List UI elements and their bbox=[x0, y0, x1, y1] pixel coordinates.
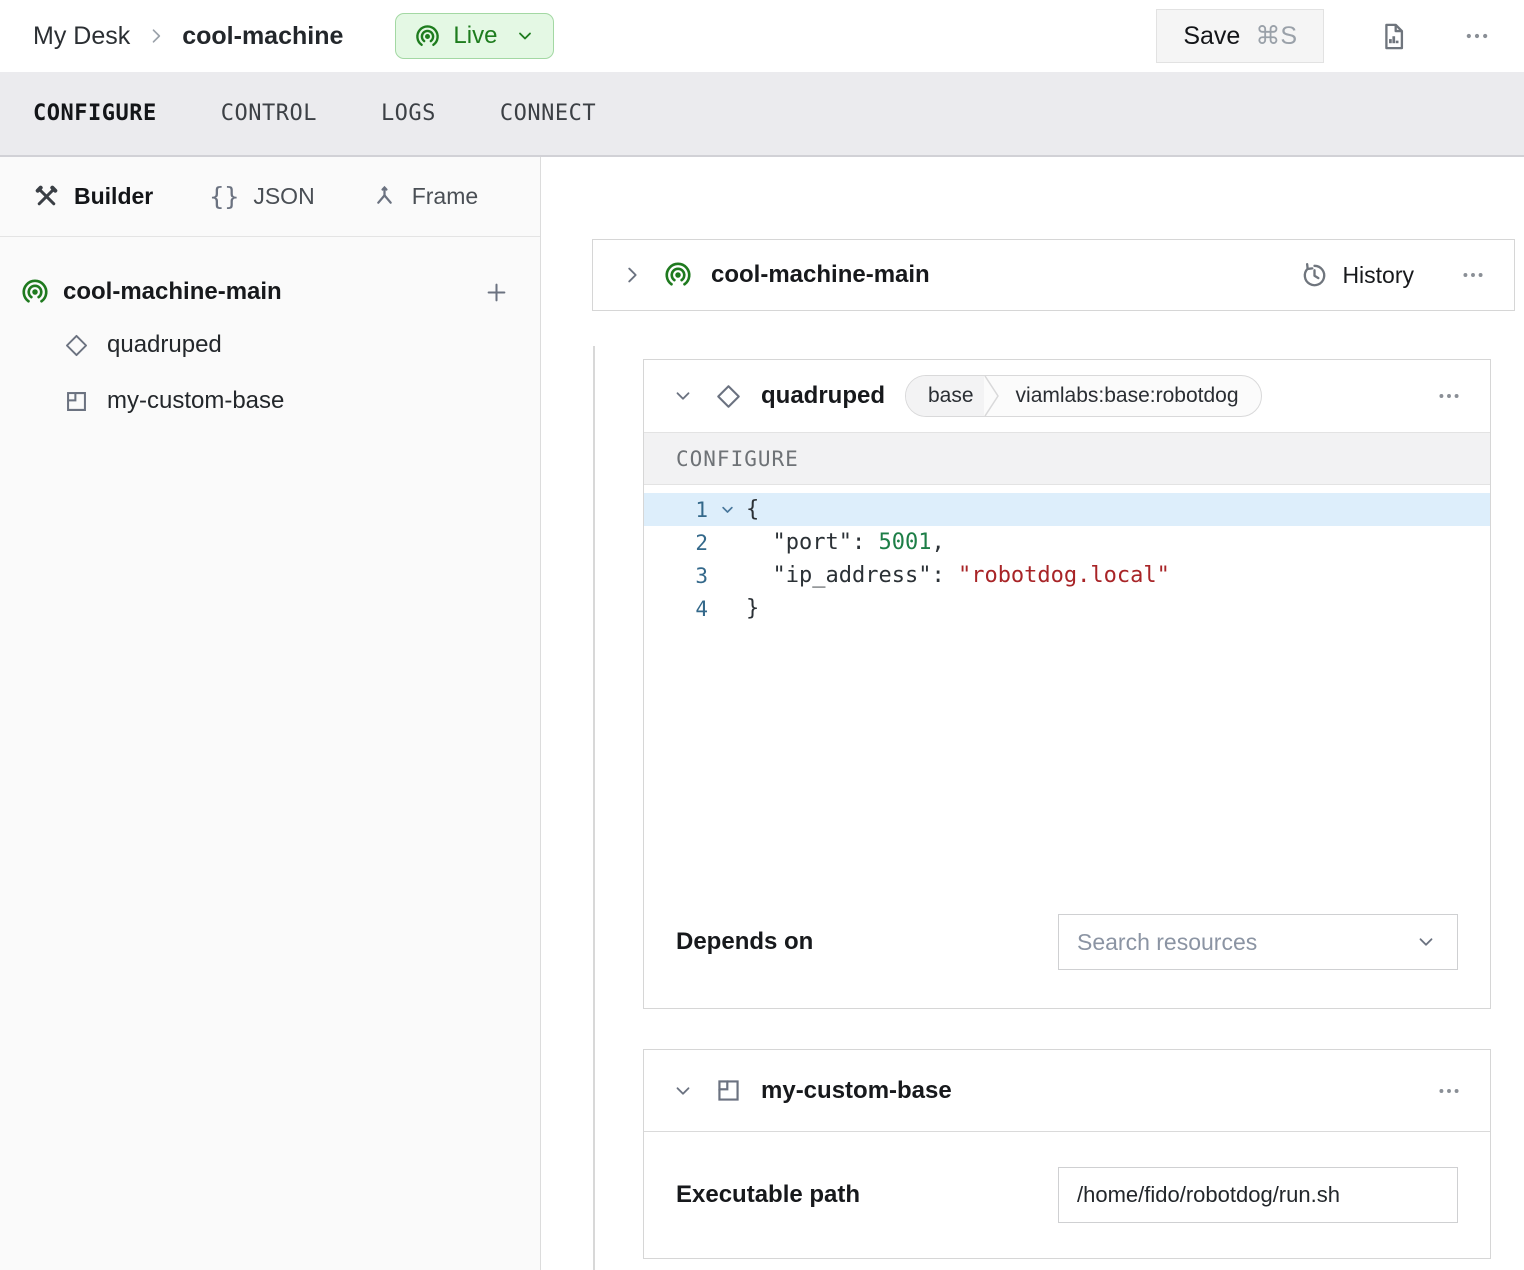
quadruped-card-title: quadruped bbox=[761, 382, 885, 410]
breadcrumb-separator-icon bbox=[146, 26, 166, 46]
machine-live-icon bbox=[414, 23, 441, 50]
line-number: 2 bbox=[644, 531, 708, 555]
breadcrumb-parent[interactable]: My Desk bbox=[33, 22, 130, 51]
depends-on-label: Depends on bbox=[676, 928, 813, 956]
breadcrumb-current: cool-machine bbox=[182, 22, 343, 51]
machine-part-icon bbox=[663, 260, 693, 290]
depends-on-select[interactable]: Search resources bbox=[1058, 914, 1458, 970]
more-options-icon[interactable] bbox=[1436, 1078, 1462, 1104]
fold-chevron-icon[interactable] bbox=[708, 502, 746, 517]
chevron-down-icon bbox=[1415, 931, 1437, 953]
executable-path-input[interactable] bbox=[1058, 1167, 1458, 1223]
mode-tab-builder-label: Builder bbox=[74, 183, 153, 210]
tree-child-name: quadruped bbox=[107, 331, 222, 359]
save-shortcut: ⌘S bbox=[1255, 21, 1297, 51]
quadruped-card: quadruped base viamlabs:base:robotdog CO… bbox=[643, 359, 1491, 1009]
executable-path-label: Executable path bbox=[676, 1181, 860, 1209]
more-options-icon[interactable] bbox=[1463, 22, 1491, 50]
tree-part-name: cool-machine-main bbox=[63, 278, 282, 306]
configure-main-panel: cool-machine-main History bbox=[541, 157, 1524, 1270]
save-button[interactable]: Save ⌘S bbox=[1156, 9, 1324, 63]
badge-type: base bbox=[906, 376, 984, 416]
history-button[interactable]: History bbox=[1299, 260, 1414, 291]
add-resource-button[interactable] bbox=[483, 279, 510, 306]
executable-path-row: Executable path bbox=[644, 1132, 1490, 1258]
depends-on-row: Depends on Search resources bbox=[644, 914, 1490, 1008]
machine-report-icon[interactable] bbox=[1378, 21, 1409, 52]
machine-nav-tabs: CONFIGURE CONTROL LOGS CONNECT bbox=[0, 72, 1524, 157]
code-text: "port": 5001, bbox=[746, 530, 945, 555]
tree-item-my-custom-base[interactable]: my-custom-base bbox=[0, 373, 540, 429]
diamond-icon bbox=[714, 382, 743, 411]
breadcrumb: My Desk cool-machine bbox=[33, 22, 343, 51]
chevron-down-icon[interactable] bbox=[672, 385, 694, 407]
resource-tree: cool-machine-main quadruped my-c bbox=[0, 237, 540, 429]
frame-axes-icon bbox=[371, 183, 398, 210]
code-line[interactable]: 1{ bbox=[644, 493, 1490, 526]
chevron-down-icon[interactable] bbox=[672, 1080, 694, 1102]
chevron-right-icon[interactable] bbox=[621, 264, 643, 286]
mode-tab-json-label: JSON bbox=[253, 183, 314, 210]
machine-part-icon bbox=[20, 277, 50, 307]
tools-icon bbox=[33, 183, 60, 210]
nesting-line bbox=[593, 346, 595, 1270]
braces-icon: {} bbox=[209, 182, 239, 211]
my-custom-base-card-title: my-custom-base bbox=[761, 1077, 952, 1105]
save-label: Save bbox=[1183, 22, 1240, 51]
app-header: My Desk cool-machine Live Save ⌘S bbox=[0, 0, 1524, 72]
history-label: History bbox=[1342, 262, 1414, 289]
code-text: "ip_address": "robotdog.local" bbox=[746, 563, 1170, 588]
module-icon bbox=[63, 388, 90, 415]
more-options-icon[interactable] bbox=[1460, 262, 1486, 288]
code-lines: 1{2 "port": 5001,3 "ip_address": "robotd… bbox=[644, 493, 1490, 625]
resource-type-badge: base viamlabs:base:robotdog bbox=[905, 375, 1262, 417]
tree-item-quadruped[interactable]: quadruped bbox=[0, 317, 540, 373]
badge-divider-icon bbox=[984, 376, 1002, 416]
mode-tab-frame[interactable]: Frame bbox=[371, 183, 478, 210]
tab-logs[interactable]: LOGS bbox=[381, 101, 436, 126]
code-text: } bbox=[746, 596, 759, 621]
my-custom-base-card-header: my-custom-base bbox=[644, 1050, 1490, 1132]
more-options-icon[interactable] bbox=[1436, 383, 1462, 409]
code-line[interactable]: 4} bbox=[644, 592, 1490, 625]
machine-status-dropdown[interactable]: Live bbox=[395, 13, 554, 59]
diamond-icon bbox=[63, 332, 90, 359]
tab-connect[interactable]: CONNECT bbox=[500, 101, 596, 126]
code-line[interactable]: 2 "port": 5001, bbox=[644, 526, 1490, 559]
quadruped-card-header: quadruped base viamlabs:base:robotdog bbox=[644, 360, 1490, 432]
configure-section-label: CONFIGURE bbox=[644, 432, 1490, 485]
badge-model: viamlabs:base:robotdog bbox=[1002, 384, 1261, 408]
line-number: 4 bbox=[644, 597, 708, 621]
tab-configure[interactable]: CONFIGURE bbox=[33, 101, 157, 126]
mode-tab-builder[interactable]: Builder bbox=[33, 183, 153, 210]
chevron-down-icon bbox=[515, 26, 535, 46]
part-card: cool-machine-main History bbox=[592, 239, 1515, 311]
module-icon bbox=[714, 1076, 743, 1105]
mode-tab-frame-label: Frame bbox=[412, 183, 478, 210]
mode-tab-json[interactable]: {} JSON bbox=[209, 182, 314, 211]
depends-on-placeholder: Search resources bbox=[1077, 929, 1257, 956]
machine-status-label: Live bbox=[453, 22, 497, 50]
part-card-title: cool-machine-main bbox=[711, 261, 930, 289]
line-number: 3 bbox=[644, 564, 708, 588]
tree-child-name: my-custom-base bbox=[107, 387, 284, 415]
code-line[interactable]: 3 "ip_address": "robotdog.local" bbox=[644, 559, 1490, 592]
code-text: { bbox=[746, 497, 759, 522]
line-number: 1 bbox=[644, 498, 708, 522]
tree-item-main-part[interactable]: cool-machine-main bbox=[0, 267, 540, 317]
header-actions: Save ⌘S bbox=[1156, 9, 1491, 63]
my-custom-base-card: my-custom-base Executable path bbox=[643, 1049, 1491, 1259]
tab-control[interactable]: CONTROL bbox=[221, 101, 317, 126]
json-code-editor[interactable]: 1{2 "port": 5001,3 "ip_address": "robotd… bbox=[644, 485, 1490, 914]
configure-sidebar: Builder {} JSON Frame bbox=[0, 157, 541, 1270]
history-clock-icon bbox=[1299, 260, 1330, 291]
sidebar-mode-tabs: Builder {} JSON Frame bbox=[0, 157, 540, 237]
